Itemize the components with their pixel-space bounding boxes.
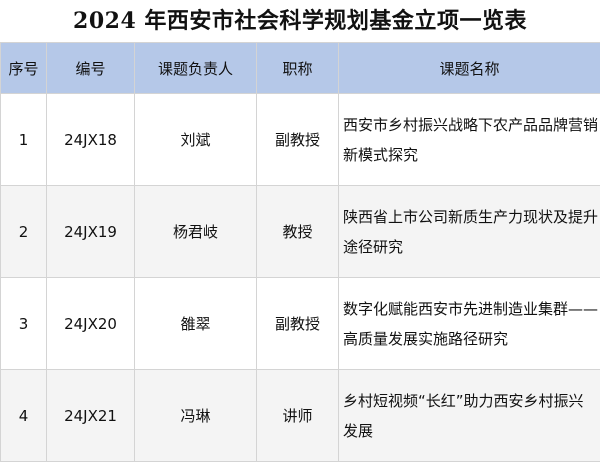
cell-topic: 陕西省上市公司新质生产力现状及提升途径研究 [339, 186, 600, 278]
header-code: 编号 [47, 43, 135, 94]
cell-rank: 讲师 [257, 370, 339, 462]
page-title: 2024 年西安市社会科学规划基金立项一览表 [0, 0, 600, 42]
cell-leader: 刘斌 [135, 94, 257, 186]
header-topic: 课题名称 [339, 43, 600, 94]
cell-topic: 西安市乡村振兴战略下农产品品牌营销新模式探究 [339, 94, 600, 186]
project-list-table: 序号 编号 课题负责人 职称 课题名称 1 24JX18 刘斌 副教授 西安市乡… [0, 42, 600, 462]
cell-code: 24JX21 [47, 370, 135, 462]
cell-topic: 乡村短视频“长红”助力西安乡村振兴发展 [339, 370, 600, 462]
cell-leader: 杨君岐 [135, 186, 257, 278]
cell-topic: 数字化赋能西安市先进制造业集群——高质量发展实施路径研究 [339, 278, 600, 370]
cell-code: 24JX19 [47, 186, 135, 278]
header-leader: 课题负责人 [135, 43, 257, 94]
cell-index: 2 [1, 186, 47, 278]
cell-index: 1 [1, 94, 47, 186]
cell-code: 24JX20 [47, 278, 135, 370]
cell-code: 24JX18 [47, 94, 135, 186]
cell-rank: 教授 [257, 186, 339, 278]
table-row: 4 24JX21 冯琳 讲师 乡村短视频“长红”助力西安乡村振兴发展 [1, 370, 600, 462]
cell-leader: 雒翠 [135, 278, 257, 370]
cell-leader: 冯琳 [135, 370, 257, 462]
cell-index: 3 [1, 278, 47, 370]
table-row: 1 24JX18 刘斌 副教授 西安市乡村振兴战略下农产品品牌营销新模式探究 [1, 94, 600, 186]
cell-index: 4 [1, 370, 47, 462]
cell-rank: 副教授 [257, 278, 339, 370]
cell-rank: 副教授 [257, 94, 339, 186]
header-rank: 职称 [257, 43, 339, 94]
header-index: 序号 [1, 43, 47, 94]
table-row: 3 24JX20 雒翠 副教授 数字化赋能西安市先进制造业集群——高质量发展实施… [1, 278, 600, 370]
table-header-row: 序号 编号 课题负责人 职称 课题名称 [1, 43, 600, 94]
table-row: 2 24JX19 杨君岐 教授 陕西省上市公司新质生产力现状及提升途径研究 [1, 186, 600, 278]
